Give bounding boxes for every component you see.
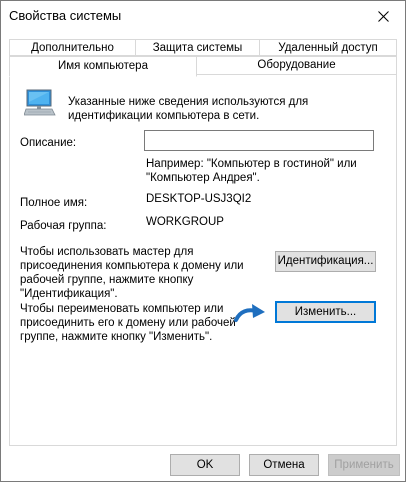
rename-line-3: группе, нажмите кнопку "Изменить".: [20, 331, 213, 343]
description-hint-line-2: "Компьютер Андрея".: [146, 172, 260, 184]
identification-button[interactable]: Идентификация...: [275, 251, 376, 272]
apply-button[interactable]: Применить: [328, 454, 400, 476]
workgroup-value: WORKGROUP: [146, 216, 224, 228]
tab-hardware[interactable]: Оборудование: [196, 56, 397, 75]
tab-computer-name[interactable]: Имя компьютера: [9, 56, 197, 77]
arrow-icon: [234, 304, 265, 322]
tab-panel-computer-name: Указанные ниже сведения используются для…: [9, 74, 397, 446]
workgroup-label: Рабочая группа:: [20, 220, 107, 232]
title-bar: Свойства системы: [1, 1, 405, 31]
tab-system-protection[interactable]: Защита системы: [135, 39, 260, 56]
full-name-value: DESKTOP-USJ3QI2: [146, 193, 252, 205]
intro-line-1: Указанные ниже сведения используются для: [68, 96, 309, 108]
rename-line-2: присоединить его к домену или рабочей: [20, 317, 236, 329]
tab-remote[interactable]: Удаленный доступ: [259, 39, 397, 56]
identification-line-2: присоединения компьютера к домену или: [20, 260, 244, 272]
tab-advanced[interactable]: Дополнительно: [9, 39, 136, 56]
description-hint-line-1: Например: "Компьютер в гостиной" или: [146, 158, 357, 170]
window-title: Свойства системы: [9, 8, 122, 23]
system-properties-window: Свойства системы Дополнительно Защита си…: [0, 0, 406, 482]
full-name-label: Полное имя:: [20, 197, 88, 209]
close-icon: [377, 10, 389, 22]
identification-line-4: "Идентификация".: [20, 288, 118, 300]
description-label: Описание:: [20, 137, 77, 149]
cancel-button[interactable]: Отмена: [249, 454, 319, 476]
close-button[interactable]: [361, 1, 405, 31]
identification-line-1: Чтобы использовать мастер для: [20, 246, 194, 258]
ok-button[interactable]: OK: [170, 454, 240, 476]
rename-line-1: Чтобы переименовать компьютер или: [20, 303, 224, 315]
computer-icon: [24, 89, 56, 116]
intro-line-2: идентификации компьютера в сети.: [68, 110, 260, 122]
description-field[interactable]: [144, 130, 374, 151]
identification-line-3: рабочей группе, нажмите кнопку: [20, 274, 194, 286]
rename-button[interactable]: Изменить...: [275, 301, 376, 323]
